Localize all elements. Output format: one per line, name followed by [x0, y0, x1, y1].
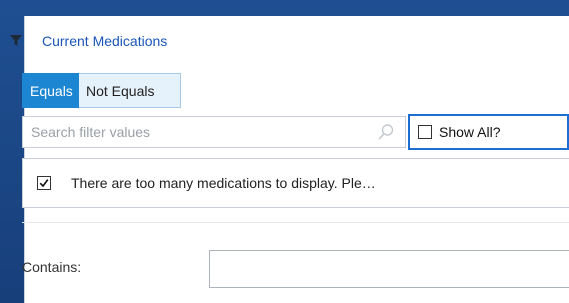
search-input[interactable] — [23, 117, 373, 147]
contains-input[interactable] — [209, 250, 569, 288]
show-all-checkbox[interactable] — [418, 125, 432, 139]
tab-equals[interactable]: Equals — [22, 73, 79, 108]
tab-not-equals[interactable]: Not Equals — [79, 73, 181, 108]
divider — [22, 222, 569, 223]
contains-label: Contains: — [22, 259, 82, 275]
show-all-label: Show All? — [439, 124, 501, 140]
show-all-toggle[interactable]: Show All? — [408, 114, 569, 150]
filter-title[interactable]: Current Medications — [42, 33, 167, 49]
notice-text: There are too many medications to displa… — [71, 175, 376, 191]
filter-header[interactable]: Current Medications — [10, 31, 167, 51]
notice-checkbox[interactable] — [37, 176, 51, 190]
match-mode-tabs: Equals Not Equals — [22, 73, 181, 108]
funnel-icon[interactable] — [10, 35, 22, 47]
search-box — [22, 116, 406, 148]
search-icon[interactable] — [377, 123, 395, 141]
too-many-notice: There are too many medications to displa… — [22, 158, 569, 208]
